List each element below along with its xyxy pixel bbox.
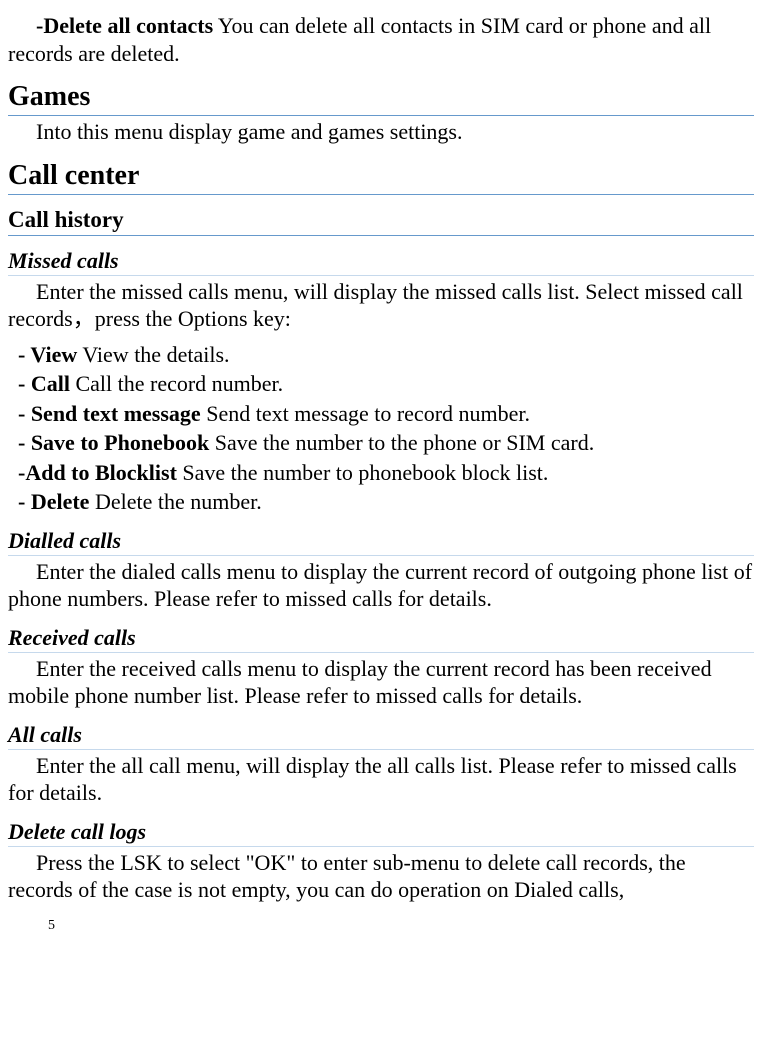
option-add-blocklist: -Add to Blocklist Save the number to pho… — [18, 459, 754, 487]
option-send-text: - Send text message Send text message to… — [18, 400, 754, 428]
option-send-text-desc: Send text message to record number. — [201, 401, 530, 426]
option-view-label: - View — [18, 342, 77, 367]
option-send-text-label: - Send text message — [18, 401, 201, 426]
heading-call-center: Call center — [8, 160, 754, 195]
option-save-phonebook: - Save to Phonebook Save the number to t… — [18, 429, 754, 457]
heading-received-calls: Received calls — [8, 625, 754, 653]
option-add-blocklist-label: -Add to Blocklist — [18, 460, 177, 485]
option-call-label: - Call — [18, 371, 70, 396]
games-body: Into this menu display game and games se… — [8, 118, 754, 146]
heading-dialled-calls: Dialled calls — [8, 528, 754, 556]
option-call: - Call Call the record number. — [18, 370, 754, 398]
dialled-calls-body: Enter the dialed calls menu to display t… — [8, 558, 754, 613]
option-delete: - Delete Delete the number. — [18, 488, 754, 516]
received-calls-body: Enter the received calls menu to display… — [8, 655, 754, 710]
heading-missed-calls: Missed calls — [8, 248, 754, 276]
page-number: 5 — [48, 918, 754, 934]
all-calls-body: Enter the all call menu, will display th… — [8, 752, 754, 807]
document-page: -Delete all contacts You can delete all … — [0, 0, 762, 954]
intro-delete-all-contacts: -Delete all contacts You can delete all … — [8, 12, 754, 67]
option-delete-label: - Delete — [18, 489, 89, 514]
option-add-blocklist-desc: Save the number to phonebook block list. — [177, 460, 549, 485]
option-call-desc: Call the record number. — [70, 371, 283, 396]
option-delete-desc: Delete the number. — [89, 489, 261, 514]
missed-calls-intro: Enter the missed calls menu, will displa… — [8, 278, 754, 333]
heading-delete-call-logs: Delete call logs — [8, 819, 754, 847]
heading-call-history: Call history — [8, 207, 754, 236]
option-view: - View View the details. — [18, 341, 754, 369]
heading-all-calls: All calls — [8, 722, 754, 750]
delete-call-logs-body: Press the LSK to select "OK" to enter su… — [8, 849, 754, 904]
heading-games: Games — [8, 81, 754, 116]
option-save-phonebook-desc: Save the number to the phone or SIM card… — [209, 430, 594, 455]
delete-all-contacts-label: -Delete all contacts — [36, 13, 213, 38]
option-save-phonebook-label: - Save to Phonebook — [18, 430, 209, 455]
option-view-desc: View the details. — [77, 342, 229, 367]
